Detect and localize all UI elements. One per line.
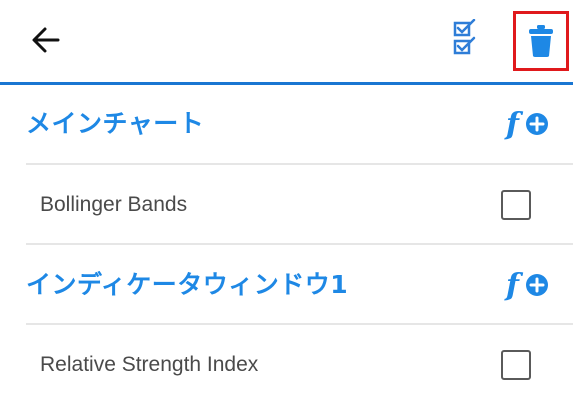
back-button[interactable]: [24, 20, 68, 60]
indicator-checkbox[interactable]: [501, 190, 531, 220]
delete-button[interactable]: [513, 11, 569, 71]
arrow-left-icon: [32, 27, 60, 53]
app-toolbar: [0, 0, 573, 85]
function-add-icon: f: [504, 107, 548, 142]
section-title: メインチャート: [26, 109, 205, 138]
indicator-label: Relative Strength Index: [40, 353, 259, 376]
section-title: インディケータウィンドウ1: [26, 270, 349, 299]
svg-text:f: f: [504, 268, 524, 303]
add-indicator-button[interactable]: f: [502, 263, 554, 307]
indicator-label: Bollinger Bands: [40, 193, 188, 216]
list-item[interactable]: Bollinger Bands: [0, 165, 573, 245]
section-main-chart: メインチャート f: [0, 84, 573, 164]
add-indicator-button[interactable]: f: [502, 102, 554, 146]
trash-icon: [529, 25, 553, 57]
list-item[interactable]: Relative Strength Index: [0, 325, 573, 400]
svg-text:f: f: [504, 107, 524, 142]
section-indicator-window-1: インディケータウィンドウ1 f: [0, 245, 573, 325]
select-all-button[interactable]: [444, 16, 484, 60]
checklist-icon: [453, 19, 476, 55]
indicator-checkbox[interactable]: [501, 350, 531, 380]
function-add-icon: f: [504, 268, 548, 303]
